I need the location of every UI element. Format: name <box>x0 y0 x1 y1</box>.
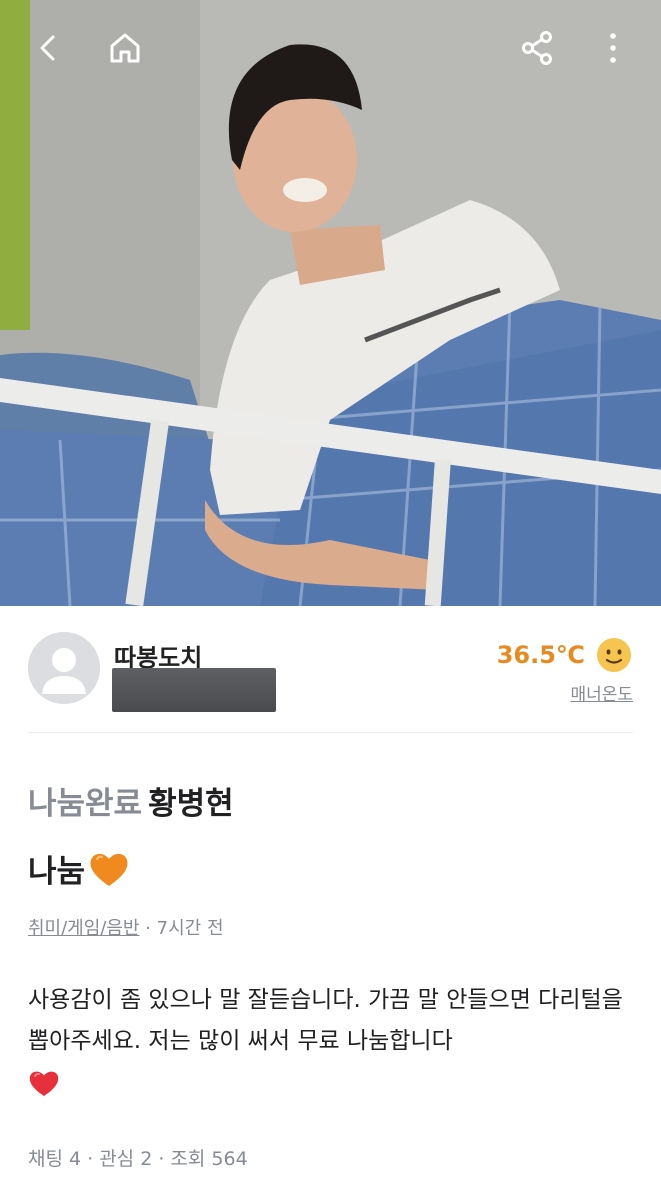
more-vertical-icon <box>610 33 616 63</box>
back-button[interactable] <box>22 22 74 74</box>
orange-heart-icon <box>90 853 128 886</box>
avatar[interactable] <box>28 632 100 704</box>
status-badge: 나눔완료 <box>28 786 143 822</box>
post-subtitle: 나눔 <box>28 846 131 891</box>
share-icon <box>522 31 552 65</box>
home-button[interactable] <box>99 22 151 74</box>
post-time: · 7시간 전 <box>139 918 224 939</box>
manner-temperature[interactable]: 36.5℃ <box>497 636 633 674</box>
back-arrow-icon <box>40 35 55 61</box>
more-options-button[interactable] <box>587 22 639 74</box>
temperature-value: 36.5℃ <box>496 641 585 669</box>
post-title-text: 황병현 <box>148 786 234 822</box>
divider <box>28 732 633 733</box>
redacted-location <box>112 668 276 712</box>
home-icon <box>110 33 140 63</box>
post-title: 나눔완료 황병현 <box>28 778 234 823</box>
category-link[interactable]: 취미/게임/음반 <box>28 918 140 939</box>
smile-face-icon <box>597 638 631 672</box>
post-subtitle-text: 나눔 <box>28 854 86 890</box>
post-meta: 취미/게임/음반 · 7시간 전 <box>28 914 224 940</box>
post-stats: 채팅 4 · 관심 2 · 조회 564 <box>28 1148 248 1170</box>
share-button[interactable] <box>511 22 563 74</box>
top-navigation-bar <box>0 0 661 100</box>
product-photo[interactable] <box>0 0 661 606</box>
post-description: 사용감이 좀 있으나 말 잘듣습니다. 가끔 말 안들으면 다리털을 뽑아주세요… <box>28 980 638 1103</box>
red-heart-icon <box>29 1071 59 1096</box>
seller-profile[interactable]: 따봉도치 36.5℃ 매너온도 <box>0 606 661 734</box>
post-description-text: 사용감이 좀 있으나 말 잘듣습니다. 가끔 말 안들으면 다리털을 뽑아주세요… <box>28 987 623 1054</box>
default-avatar-icon <box>28 632 100 704</box>
manner-temperature-label[interactable]: 매너온도 <box>570 680 633 705</box>
